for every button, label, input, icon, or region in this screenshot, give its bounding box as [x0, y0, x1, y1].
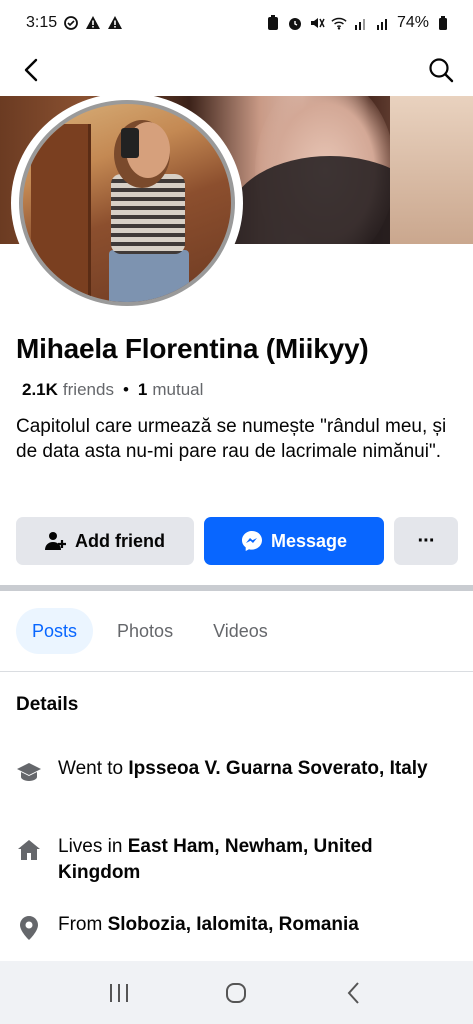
system-nav-bar [0, 961, 473, 1024]
detail-education-text: Went to Ipsseoa V. Guarna Soverato, Ital… [58, 756, 428, 785]
alert-icon [85, 15, 101, 31]
signal-icon [353, 15, 369, 31]
battery-icon [435, 15, 451, 31]
tab-photos[interactable]: Photos [101, 608, 189, 654]
home-icon [16, 837, 42, 863]
sync-icon [63, 15, 79, 31]
more-options-button[interactable]: ··· [394, 517, 458, 565]
more-icon: ··· [417, 529, 436, 552]
education-cap-icon [16, 759, 42, 785]
detail-value[interactable]: Ipsseoa V. Guarna Soverato, Italy [128, 758, 427, 779]
home-circle-icon [226, 982, 247, 1003]
tab-posts[interactable]: Posts [16, 608, 94, 654]
separator-dot: • [122, 380, 129, 399]
alert-icon [107, 15, 123, 31]
profile-tabs: Posts Photos Videos [16, 608, 284, 654]
signal-icon [375, 15, 391, 31]
detail-prefix: From [58, 914, 108, 935]
add-friend-label: Add friend [75, 530, 165, 551]
details-title: Details [16, 694, 79, 715]
recent-apps-icon [109, 983, 128, 1002]
search-button[interactable] [425, 54, 457, 86]
status-time: 3:15 [26, 14, 58, 31]
detail-education: Went to Ipsseoa V. Guarna Soverato, Ital… [16, 756, 456, 785]
status-bar: 3:15 74% [0, 0, 473, 46]
detail-hometown-text: From Slobozia, Ialomita, Romania [58, 912, 359, 941]
detail-value[interactable]: Slobozia, Ialomita, Romania [108, 914, 359, 935]
add-friend-icon [45, 532, 66, 550]
back-button[interactable] [16, 54, 48, 86]
profile-name: Mihaela Florentina (Miikyy) [16, 333, 369, 364]
chevron-left-icon [24, 58, 38, 82]
system-back-button[interactable] [330, 973, 378, 1013]
mute-icon [309, 15, 325, 31]
add-friend-button[interactable]: Add friend [16, 517, 194, 565]
top-nav [0, 46, 473, 96]
back-chevron-icon [347, 981, 359, 1004]
detail-prefix: Went to [58, 758, 129, 779]
mutual-count: 1 [137, 380, 148, 399]
home-button[interactable] [212, 973, 260, 1013]
mutual-label: mutual [152, 380, 204, 399]
messenger-icon [241, 531, 262, 551]
detail-residence: Lives in East Ham, Newham, United Kingdo… [16, 834, 456, 886]
profile-bio: Capitolul care urmează se numește "rându… [16, 416, 447, 462]
detail-residence-text: Lives in East Ham, Newham, United Kingdo… [58, 834, 456, 886]
friends-label: friends [62, 380, 114, 399]
search-icon [429, 58, 454, 83]
recent-apps-button[interactable] [95, 973, 143, 1013]
location-pin-icon [16, 915, 42, 941]
status-left: 3:15 [26, 14, 123, 32]
tabs-divider [0, 671, 473, 672]
battery-percent: 74% [396, 14, 429, 31]
profile-actions: Add friend Message ··· [16, 517, 458, 565]
message-label: Message [270, 530, 348, 551]
message-button[interactable]: Message [204, 517, 384, 565]
detail-hometown: From Slobozia, Ialomita, Romania [16, 912, 456, 941]
profile-photo[interactable] [11, 93, 243, 313]
alarm-icon [287, 15, 303, 31]
wifi-icon [331, 15, 347, 31]
detail-prefix: Lives in [58, 836, 128, 857]
tab-videos[interactable]: Videos [197, 608, 284, 654]
friends-count: 2.1K [22, 380, 58, 399]
battery-saver-icon [265, 15, 281, 31]
section-divider [0, 585, 473, 591]
status-right: 74% [265, 14, 451, 32]
friends-summary[interactable]: 2.1K friends • 1 mutual [22, 380, 203, 400]
avatar [19, 100, 235, 306]
